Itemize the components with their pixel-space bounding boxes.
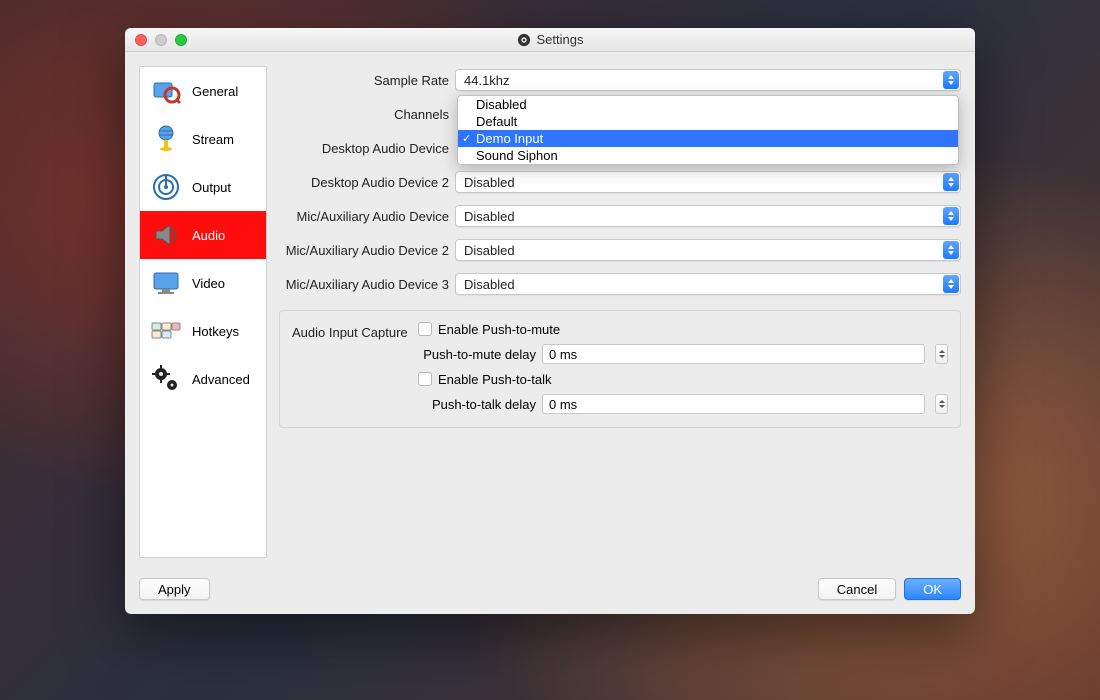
push-to-talk-delay-label: Push-to-talk delay xyxy=(418,397,536,412)
sidebar-item-hotkeys[interactable]: Hotkeys xyxy=(140,307,266,355)
advanced-icon xyxy=(150,363,182,395)
cancel-button[interactable]: Cancel xyxy=(818,578,896,600)
audio-icon xyxy=(150,219,182,251)
sample-rate-label: Sample Rate xyxy=(279,73,449,88)
push-to-talk-label: Enable Push-to-talk xyxy=(438,372,551,387)
popup-arrows-icon xyxy=(943,173,959,191)
desktop-audio-2-value: Disabled xyxy=(464,175,515,190)
settings-sidebar: General Stream Output Audio Video xyxy=(139,66,267,558)
desktop-audio-dropdown[interactable]: Disabled Default Demo Input Sound Siphon xyxy=(457,95,959,165)
desktop-background: Settings General Stream Output xyxy=(0,0,1100,700)
push-to-mute-delay-value: 0 ms xyxy=(549,347,577,362)
desktop-audio-label: Desktop Audio Device xyxy=(279,141,449,156)
sidebar-item-label: Video xyxy=(192,276,225,291)
sidebar-item-advanced[interactable]: Advanced xyxy=(140,355,266,403)
push-to-mute-delay-label: Push-to-mute delay xyxy=(418,347,536,362)
channels-label: Channels xyxy=(279,107,449,122)
mic-aux-3-label: Mic/Auxiliary Audio Device 3 xyxy=(279,277,449,292)
settings-window: Settings General Stream Output xyxy=(125,28,975,614)
general-icon xyxy=(150,75,182,107)
hotkeys-icon xyxy=(150,315,182,347)
dropdown-option-demo-input[interactable]: Demo Input xyxy=(458,130,958,147)
push-to-talk-delay-field[interactable]: 0 ms xyxy=(542,394,925,414)
push-to-talk-delay-stepper[interactable] xyxy=(935,394,948,414)
sample-rate-popup[interactable]: 44.1khz xyxy=(455,69,961,91)
settings-content: Sample Rate 44.1khz Channels Desktop Aud… xyxy=(279,66,961,558)
popup-arrows-icon xyxy=(943,241,959,259)
button-bar: Apply Cancel OK xyxy=(125,572,975,614)
popup-arrows-icon xyxy=(943,71,959,89)
sidebar-item-label: Hotkeys xyxy=(192,324,239,339)
sidebar-item-audio[interactable]: Audio xyxy=(140,211,266,259)
dropdown-option-disabled[interactable]: Disabled xyxy=(458,96,958,113)
mic-aux-1-label: Mic/Auxiliary Audio Device xyxy=(279,209,449,224)
zoom-button[interactable] xyxy=(175,34,187,46)
sidebar-item-output[interactable]: Output xyxy=(140,163,266,211)
sidebar-item-label: Audio xyxy=(192,228,225,243)
push-to-mute-label: Enable Push-to-mute xyxy=(438,322,560,337)
mic-aux-2-popup[interactable]: Disabled xyxy=(455,239,961,261)
close-button[interactable] xyxy=(135,34,147,46)
window-title: Settings xyxy=(537,32,584,47)
push-to-mute-checkbox[interactable] xyxy=(418,322,432,336)
dropdown-option-default[interactable]: Default xyxy=(458,113,958,130)
minimize-button[interactable] xyxy=(155,34,167,46)
apply-button[interactable]: Apply xyxy=(139,578,210,600)
mic-aux-3-value: Disabled xyxy=(464,277,515,292)
sidebar-item-label: Output xyxy=(192,180,231,195)
audio-input-capture-label: Audio Input Capture xyxy=(292,319,408,415)
titlebar[interactable]: Settings xyxy=(125,28,975,52)
push-to-talk-delay-value: 0 ms xyxy=(549,397,577,412)
output-icon xyxy=(150,171,182,203)
sidebar-item-label: Advanced xyxy=(192,372,250,387)
video-icon xyxy=(150,267,182,299)
traffic-lights xyxy=(135,34,187,46)
mic-aux-1-popup[interactable]: Disabled xyxy=(455,205,961,227)
push-to-mute-delay-stepper[interactable] xyxy=(935,344,948,364)
sidebar-item-label: General xyxy=(192,84,238,99)
sample-rate-value: 44.1khz xyxy=(464,73,510,88)
dropdown-option-sound-siphon[interactable]: Sound Siphon xyxy=(458,147,958,164)
mic-aux-1-value: Disabled xyxy=(464,209,515,224)
obs-app-icon xyxy=(517,33,531,47)
push-to-talk-checkbox[interactable] xyxy=(418,372,432,386)
popup-arrows-icon xyxy=(943,275,959,293)
sidebar-item-general[interactable]: General xyxy=(140,67,266,115)
sidebar-item-stream[interactable]: Stream xyxy=(140,115,266,163)
desktop-audio-2-label: Desktop Audio Device 2 xyxy=(279,175,449,190)
mic-aux-3-popup[interactable]: Disabled xyxy=(455,273,961,295)
popup-arrows-icon xyxy=(943,207,959,225)
mic-aux-2-value: Disabled xyxy=(464,243,515,258)
sidebar-item-video[interactable]: Video xyxy=(140,259,266,307)
push-to-mute-delay-field[interactable]: 0 ms xyxy=(542,344,925,364)
sidebar-item-label: Stream xyxy=(192,132,234,147)
desktop-audio-2-popup[interactable]: Disabled xyxy=(455,171,961,193)
mic-aux-2-label: Mic/Auxiliary Audio Device 2 xyxy=(279,243,449,258)
stream-icon xyxy=(150,123,182,155)
ok-button[interactable]: OK xyxy=(904,578,961,600)
audio-input-capture-group: Audio Input Capture Enable Push-to-mute … xyxy=(279,310,961,428)
